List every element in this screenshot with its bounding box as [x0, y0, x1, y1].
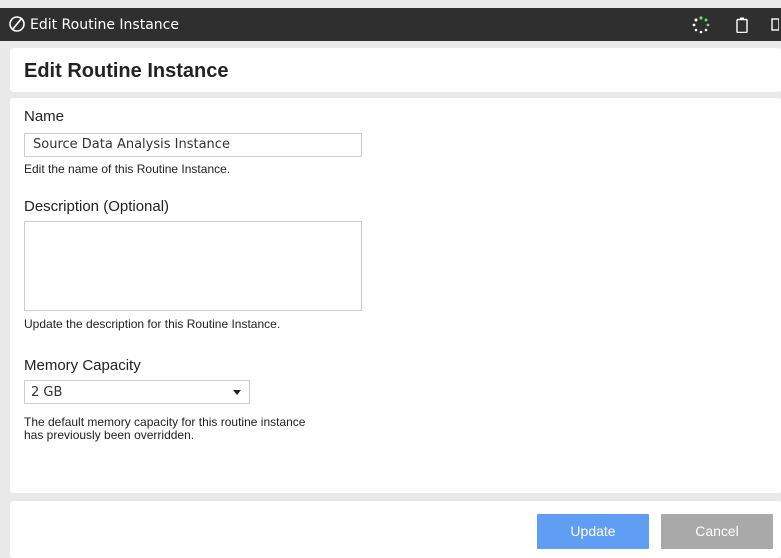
loading-spinner-icon — [692, 16, 710, 34]
memory-capacity-value: 2 GB — [31, 385, 63, 400]
chevron-down-icon — [233, 390, 241, 395]
page-title: Edit Routine Instance — [24, 60, 229, 82]
page-header: Edit Routine Instance — [10, 48, 781, 92]
window-titlebar: Edit Routine Instance — [0, 8, 781, 41]
app-logo-icon — [9, 16, 25, 32]
name-label: Name — [24, 108, 65, 125]
memory-capacity-label: Memory Capacity — [24, 357, 141, 374]
window-title: Edit Routine Instance — [30, 17, 179, 33]
description-textarea[interactable] — [24, 221, 362, 311]
memory-help-text: The default memory capacity for this rou… — [24, 416, 305, 442]
update-button[interactable]: Update — [537, 514, 649, 549]
window-edge-icon — [771, 18, 779, 31]
description-label: Description (Optional) — [24, 198, 170, 215]
cancel-button[interactable]: Cancel — [661, 514, 773, 549]
battery-icon — [736, 17, 748, 33]
name-input[interactable]: Source Data Analysis Instance — [24, 133, 362, 157]
memory-help-line2: has previously been overridden. — [24, 428, 195, 442]
description-help-text: Update the description for this Routine … — [24, 317, 281, 331]
memory-capacity-select[interactable]: 2 GB — [24, 380, 250, 404]
name-help-text: Edit the name of this Routine Instance. — [24, 162, 231, 176]
edit-form: Name Source Data Analysis Instance Edit … — [10, 98, 781, 493]
form-footer: Update Cancel — [10, 501, 781, 558]
